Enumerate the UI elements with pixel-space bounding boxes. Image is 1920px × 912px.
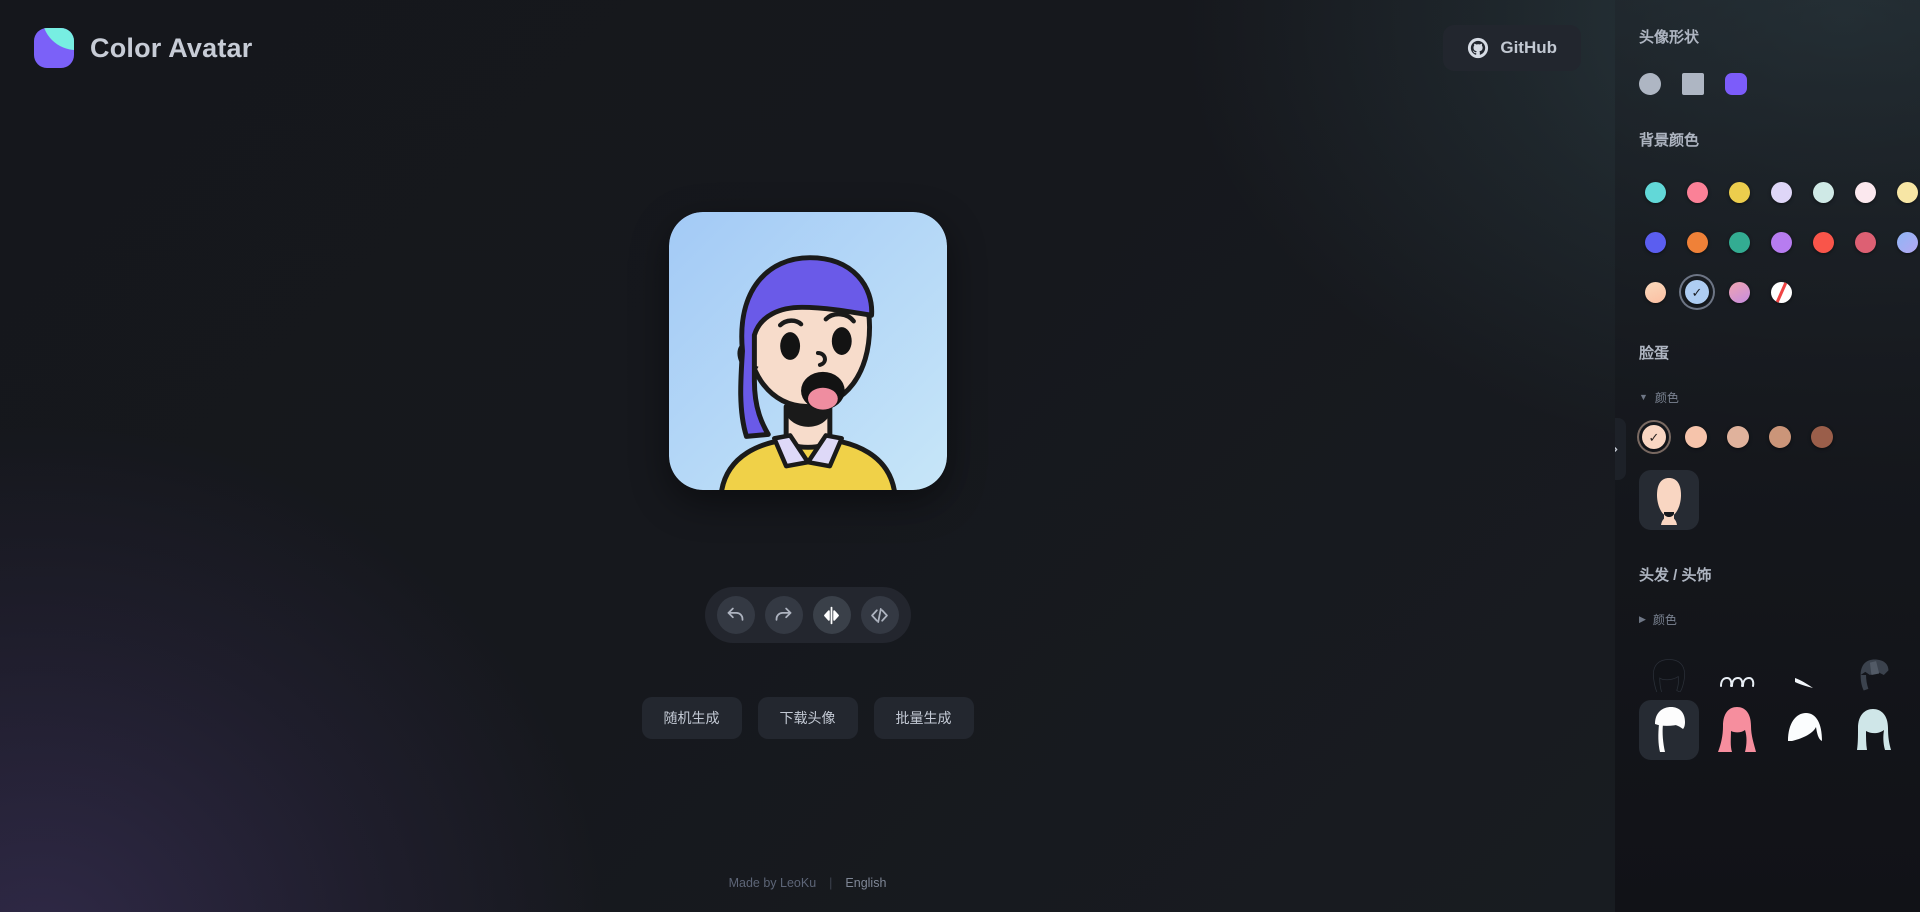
hair-style-dark-bob-thumb[interactable]	[1639, 650, 1699, 692]
github-icon	[1467, 37, 1489, 59]
flip-horizontal-icon	[821, 605, 842, 626]
hair-style-long-pink-thumb[interactable]	[1707, 700, 1767, 760]
action-buttons: 随机生成 下载头像 批量生成	[641, 697, 974, 739]
footer-made-by[interactable]: Made by LeoKu	[729, 876, 817, 890]
hair-color-group-toggle[interactable]: ▶ 颜色	[1639, 611, 1896, 628]
shape-option-square[interactable]	[1682, 73, 1704, 95]
hair-style-grid-upper	[1639, 650, 1896, 692]
app-root: Color Avatar GitHub 随机生成 下载头像 批量生成 Made …	[0, 0, 1920, 912]
code-button[interactable]	[860, 596, 899, 634]
undo-icon	[725, 605, 746, 626]
preview-stage: 随机生成 下载头像 批量生成	[0, 96, 1615, 912]
background-color-grid: ✓	[1639, 176, 1918, 308]
face-shape-oval-thumb[interactable]	[1639, 470, 1699, 530]
bg-swatch-orange[interactable]	[1681, 226, 1713, 258]
options-sidebar: 头像形状 背景颜色 ✓ 脸蛋 ▼ 颜色 ✓ 头发 / 头饰 ▶ 颜色	[1615, 0, 1920, 912]
face-shape-icon	[1657, 478, 1681, 525]
face-tone-5[interactable]	[1807, 422, 1837, 452]
face-color-group-toggle[interactable]: ▼ 颜色	[1639, 389, 1896, 406]
bg-swatch-golden-yellow[interactable]	[1723, 176, 1755, 208]
face-shape-grid	[1639, 470, 1896, 530]
bg-swatch-pale-yellow[interactable]	[1891, 176, 1920, 208]
bg-swatch-teal-green[interactable]	[1723, 226, 1755, 258]
footer-separator: |	[829, 876, 833, 890]
selected-check-icon: ✓	[1648, 429, 1660, 445]
face-tone-options: ✓	[1639, 422, 1896, 452]
hair-style-icon	[1718, 707, 1756, 752]
brand[interactable]: Color Avatar	[34, 28, 252, 68]
hair-style-icon	[1720, 676, 1755, 687]
batch-generate-button[interactable]: 批量生成	[873, 697, 974, 739]
chevron-right-icon	[1615, 443, 1621, 456]
bg-swatch-blue-violet-gradient[interactable]	[1891, 226, 1920, 258]
avatar-preview[interactable]	[668, 212, 947, 490]
github-label: GitHub	[1500, 38, 1557, 57]
shape-option-circle[interactable]	[1639, 73, 1661, 95]
hair-style-side-swoop-thumb[interactable]	[1639, 700, 1699, 760]
undo-button[interactable]	[716, 596, 755, 634]
face-tone-2[interactable]	[1681, 422, 1711, 452]
selected-check-icon: ✓	[1691, 284, 1703, 300]
hair-color-group-label: 颜色	[1652, 613, 1677, 627]
section-hair: 头发 / 头饰 ▶ 颜色	[1639, 564, 1896, 760]
caret-down-icon: ▼	[1639, 392, 1648, 402]
code-icon	[869, 605, 890, 626]
bg-swatch-pale-mint[interactable]	[1807, 176, 1839, 208]
hair-style-bob-mint-thumb[interactable]	[1843, 700, 1903, 760]
hair-style-cap-thumb[interactable]	[1843, 650, 1903, 692]
section-face: 脸蛋 ▼ 颜色 ✓	[1639, 342, 1896, 530]
hair-style-icon	[1857, 709, 1891, 750]
footer: Made by LeoKu | English	[0, 876, 1615, 890]
face-color-group-label: 颜色	[1654, 391, 1679, 405]
bg-swatch-turquoise[interactable]	[1639, 176, 1671, 208]
avatar-illustration	[668, 212, 947, 490]
bg-swatch-purple[interactable]	[1765, 226, 1797, 258]
section-background-color: 背景颜色 ✓	[1639, 129, 1918, 308]
face-tone-4[interactable]	[1765, 422, 1795, 452]
hair-style-small-thumb[interactable]	[1775, 650, 1835, 692]
section-avatar-shape: 头像形状	[1639, 26, 1896, 95]
caret-right-icon: ▶	[1639, 614, 1646, 624]
hair-style-icon	[1655, 707, 1685, 752]
hair-style-short-white-thumb[interactable]	[1775, 700, 1835, 760]
footer-language-switch[interactable]: English	[845, 876, 886, 890]
app-title: Color Avatar	[90, 32, 253, 63]
sidebar-collapse-handle[interactable]	[1615, 418, 1626, 480]
bg-swatch-pale-pink[interactable]	[1849, 176, 1881, 208]
shape-option-rounded-square[interactable]	[1725, 73, 1747, 95]
github-button[interactable]: GitHub	[1443, 25, 1581, 71]
bg-swatch-none[interactable]	[1765, 276, 1797, 308]
hair-style-icon	[1860, 659, 1889, 691]
hair-style-curls-thumb[interactable]	[1707, 650, 1767, 692]
top-bar: Color Avatar GitHub	[0, 0, 1615, 96]
bg-swatch-pink-purple-gradient[interactable]	[1723, 276, 1755, 308]
section-title-avatar-shape: 头像形状	[1639, 29, 1700, 46]
bg-swatch-red-orange[interactable]	[1807, 226, 1839, 258]
avatar-shape-options	[1639, 73, 1896, 95]
hair-style-icon	[1795, 678, 1813, 688]
sidebar-scroll-area[interactable]: 头像形状 背景颜色 ✓ 脸蛋 ▼ 颜色 ✓ 头发 / 头饰 ▶ 颜色	[1615, 26, 1920, 912]
bg-swatch-peach-gradient[interactable]	[1639, 276, 1671, 308]
section-title-hair: 头发 / 头饰	[1639, 567, 1712, 584]
main-area: Color Avatar GitHub 随机生成 下载头像 批量生成 Made …	[0, 0, 1615, 912]
bg-swatch-pale-lavender[interactable]	[1765, 176, 1797, 208]
download-avatar-button[interactable]: 下载头像	[757, 697, 858, 739]
bg-swatch-indigo-blue[interactable]	[1639, 226, 1671, 258]
editor-toolbar	[704, 587, 911, 643]
bg-swatch-coral-pink[interactable]	[1681, 176, 1713, 208]
random-generate-button[interactable]: 随机生成	[641, 697, 742, 739]
redo-button[interactable]	[764, 596, 803, 634]
section-title-background-color: 背景颜色	[1639, 132, 1700, 149]
face-tone-3[interactable]	[1723, 422, 1753, 452]
hair-style-icon	[1652, 659, 1686, 692]
color-avatar-logo-icon	[34, 28, 74, 68]
bg-swatch-rose[interactable]	[1849, 226, 1881, 258]
face-tone-1[interactable]: ✓	[1639, 422, 1669, 452]
hair-style-icon	[1788, 713, 1822, 741]
hair-style-grid-lower	[1639, 700, 1896, 760]
section-title-face: 脸蛋	[1639, 345, 1670, 362]
redo-icon	[773, 605, 794, 626]
flip-button[interactable]	[812, 596, 851, 634]
bg-swatch-light-blue[interactable]: ✓	[1681, 276, 1713, 308]
